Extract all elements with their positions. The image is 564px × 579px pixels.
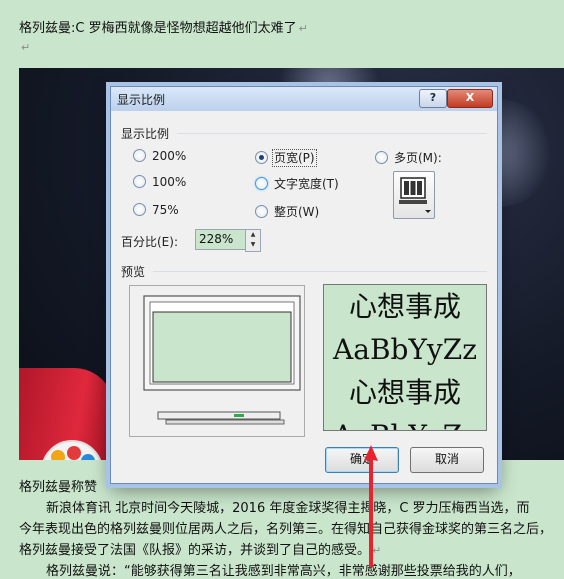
radio-circle-selected[interactable]	[255, 151, 268, 164]
ok-button[interactable]: 确定	[325, 447, 399, 473]
radio-page-width[interactable]: 页宽(P)	[255, 149, 317, 167]
doc-paragraph: 格列兹曼接受了法国《队报》的采访，并谈到了自己的感受。 ↵	[19, 543, 382, 558]
doc-paragraph: 格列兹曼说：“能够获得第三名让我感到非常高兴，非常感谢那些投票给我的人们，	[46, 564, 521, 579]
spin-down-icon[interactable]: ▼	[246, 240, 260, 250]
spin-up-icon[interactable]: ▲	[246, 230, 260, 240]
doc-paragraph: 新浪体育讯 北京时间今天陵城，2016 年度金球奖得主揭晓，C 罗力压梅西当选，…	[46, 501, 530, 516]
radio-circle[interactable]	[375, 151, 388, 164]
radio-circle[interactable]	[133, 175, 146, 188]
doc-line: 格列兹曼:C 罗梅西就像是怪物想超越他们太难了 ↵	[19, 21, 308, 36]
image-caption: 格列兹曼称赞	[19, 480, 98, 495]
preview-text: 心想事成 AaBbYyZz 心想事成 AaBbYyZz	[323, 284, 487, 431]
radio-circle[interactable]	[133, 149, 146, 162]
radio-text-width[interactable]: 文字宽度(T)	[255, 175, 339, 192]
radio-whole-page[interactable]: 整页(W)	[255, 203, 319, 220]
zoom-group-label: 显示比例	[121, 127, 170, 141]
dialog-titlebar[interactable]: 显示比例 ? X	[111, 87, 497, 111]
close-button[interactable]: X	[447, 89, 493, 108]
red-arrow-annotation	[364, 445, 378, 567]
radio-75[interactable]: 75%	[133, 203, 179, 217]
dialog-title: 显示比例	[117, 93, 166, 107]
preview-line: 心想事成	[348, 290, 461, 323]
percent-spinner[interactable]: ▲ ▼	[245, 229, 261, 252]
zoom-dialog: 显示比例 ? X 显示比例 200% 100% 75% 页宽(P) 文字宽度(T…	[110, 86, 498, 484]
percent-input[interactable]: 228%	[195, 229, 250, 250]
doc-paragraph: 今年表现出色的格列兹曼则位居两人之后，名列第三。在得知自己获得金球奖的第三名之后…	[19, 522, 553, 537]
monitor-pages-icon	[399, 177, 431, 213]
many-pages-button[interactable]	[393, 171, 435, 219]
radio-100[interactable]: 100%	[133, 175, 186, 189]
radio-many-pages[interactable]: 多页(M):	[375, 149, 442, 166]
radio-200[interactable]: 200%	[133, 149, 186, 163]
preview-line: AaBbYyZz	[324, 414, 486, 430]
percent-label: 百分比(E):	[121, 235, 178, 249]
radio-circle[interactable]	[255, 177, 268, 190]
cancel-button[interactable]: 取消	[410, 447, 484, 473]
preview-line: 心想事成	[348, 376, 461, 409]
doc-line: ↵	[21, 41, 31, 54]
radio-circle[interactable]	[255, 205, 268, 218]
divider	[177, 133, 487, 134]
close-icon[interactable]: X	[466, 91, 474, 104]
help-button[interactable]: ?	[419, 89, 447, 108]
preview-monitor	[129, 285, 305, 437]
monitor-icon	[143, 295, 301, 425]
preview-line: AaBbYyZz	[333, 333, 477, 366]
preview-group-label: 预览	[121, 265, 146, 279]
divider	[153, 271, 487, 272]
radio-circle[interactable]	[133, 203, 146, 216]
